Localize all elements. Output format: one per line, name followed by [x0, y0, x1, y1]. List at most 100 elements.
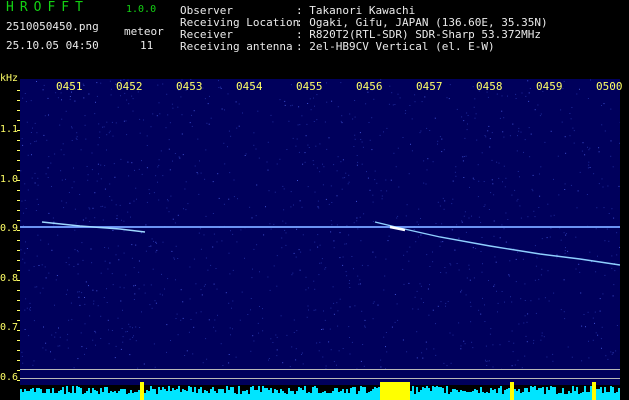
file-datetime: 25.10.05 04:50: [6, 39, 99, 52]
noise-dot: [98, 173, 99, 175]
noise-dot: [416, 331, 418, 333]
noise-dot: [361, 141, 363, 143]
power-bar: [96, 391, 98, 400]
noise-dot: [218, 197, 220, 199]
noise-dot: [232, 300, 234, 302]
y-tick-mark: [17, 120, 20, 121]
power-bar: [508, 388, 510, 400]
noise-dot: [528, 100, 530, 102]
noise-dot: [433, 348, 435, 350]
power-bar: [300, 388, 302, 400]
power-bar: [532, 387, 534, 400]
noise-dot: [508, 274, 510, 276]
noise-dot: [200, 311, 202, 313]
noise-dot: [195, 312, 197, 314]
power-bar: [280, 389, 282, 400]
noise-dot: [134, 284, 136, 286]
noise-dot: [590, 79, 591, 81]
power-bar: [236, 394, 238, 400]
noise-dot: [43, 326, 44, 328]
noise-dot: [487, 360, 489, 362]
noise-dot: [218, 80, 219, 82]
noise-dot: [571, 107, 573, 108]
noise-dot: [114, 357, 116, 359]
noise-dot: [423, 160, 425, 162]
noise-dot: [177, 214, 179, 216]
noise-dot: [178, 156, 180, 158]
noise-dot: [182, 317, 184, 319]
noise-dot: [270, 114, 272, 116]
noise-dot: [152, 113, 154, 115]
noise-dot: [612, 295, 614, 297]
noise-dot: [517, 251, 518, 253]
power-bar: [270, 388, 272, 400]
noise-dot: [460, 348, 462, 350]
noise-dot: [611, 255, 613, 257]
power-bar: [554, 387, 556, 400]
noise-dot: [427, 158, 429, 160]
noise-dot: [470, 305, 472, 307]
noise-dot: [333, 240, 335, 242]
noise-dot: [280, 315, 282, 317]
noise-dot: [184, 188, 186, 190]
noise-dot: [503, 228, 505, 230]
noise-dot: [490, 192, 492, 194]
power-bar: [60, 390, 62, 400]
noise-dot: [563, 80, 565, 82]
noise-dot: [567, 250, 569, 252]
noise-dot: [421, 101, 423, 103]
noise-dot: [440, 272, 442, 273]
noise-dot: [259, 271, 260, 273]
noise-dot: [92, 339, 94, 341]
noise-dot: [614, 270, 616, 272]
noise-dot: [220, 86, 221, 88]
noise-dot: [520, 217, 522, 219]
power-bar: [288, 388, 290, 400]
noise-dot: [605, 355, 607, 357]
noise-dot: [428, 314, 430, 316]
noise-dot: [336, 302, 338, 304]
noise-dot: [119, 286, 121, 288]
noise-dot: [230, 230, 231, 232]
noise-dot: [349, 113, 351, 115]
noise-dot: [54, 304, 55, 306]
noise-dot: [517, 135, 518, 137]
noise-dot: [275, 334, 277, 336]
noise-dot: [228, 130, 230, 132]
noise-dot: [107, 319, 109, 321]
noise-dot: [79, 194, 81, 195]
noise-dot: [263, 234, 265, 236]
noise-dot: [179, 157, 181, 159]
noise-dot: [123, 252, 125, 254]
noise-dot: [540, 339, 542, 341]
noise-dot: [363, 365, 365, 367]
noise-dot: [82, 219, 84, 221]
noise-dot: [429, 266, 431, 267]
noise-dot: [79, 304, 81, 306]
noise-dot: [244, 257, 245, 259]
noise-dot: [301, 206, 303, 208]
power-bar: [310, 393, 312, 400]
noise-dot: [58, 327, 59, 329]
power-bar: [78, 387, 80, 400]
noise-dot: [485, 136, 487, 138]
noise-dot: [111, 199, 113, 201]
noise-dot: [404, 112, 406, 114]
noise-dot: [527, 80, 529, 82]
noise-dot: [472, 86, 474, 88]
noise-dot: [25, 101, 27, 103]
noise-dot: [502, 131, 504, 133]
noise-dot: [473, 179, 475, 180]
noise-dot: [148, 189, 150, 191]
noise-dot: [319, 341, 321, 343]
y-tick-label-0-8: 0.8: [0, 273, 19, 284]
y-tick-mark: [17, 210, 20, 211]
noise-dot: [482, 297, 483, 299]
noise-dot: [599, 310, 601, 312]
noise-dot: [397, 147, 399, 149]
noise-dot: [126, 331, 128, 332]
noise-dot: [125, 120, 127, 122]
noise-dot: [94, 113, 96, 115]
noise-dot: [319, 171, 321, 173]
power-bar: [284, 393, 286, 400]
